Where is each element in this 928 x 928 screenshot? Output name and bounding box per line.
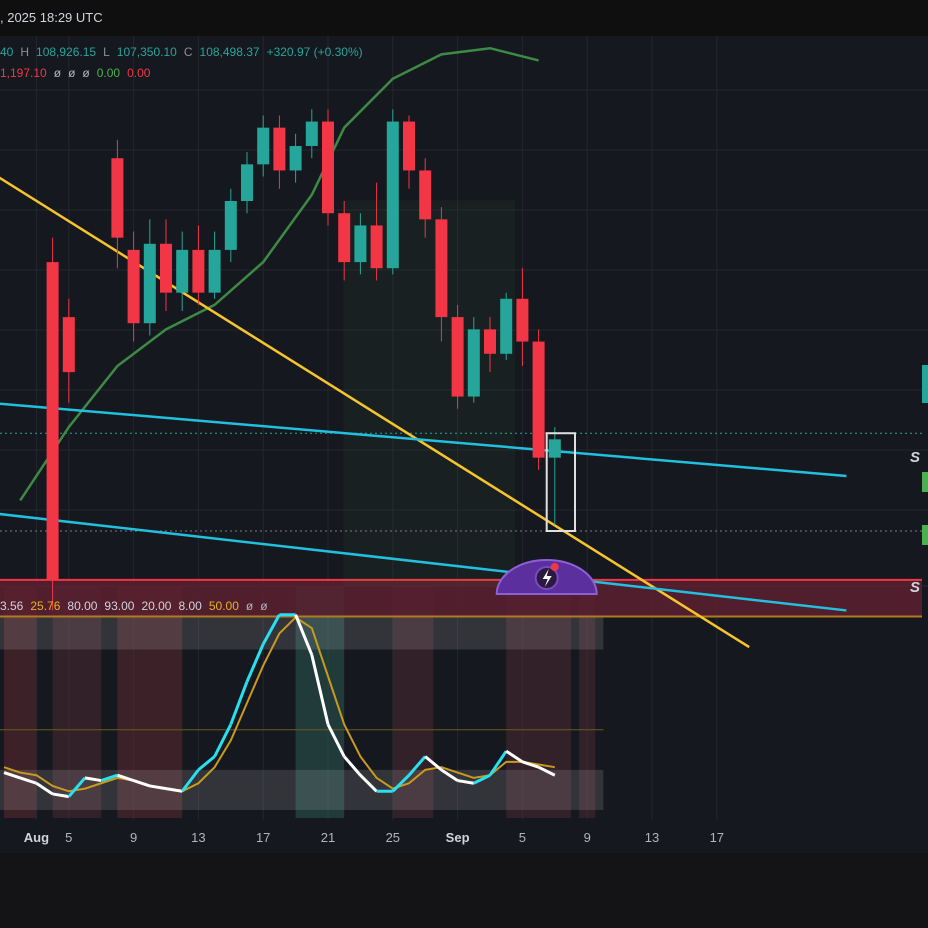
candle-body <box>322 121 334 214</box>
candle-body <box>208 249 221 293</box>
time-axis-label: 13 <box>645 830 659 845</box>
legend-value: 40 <box>0 45 14 59</box>
time-axis-label: 9 <box>584 830 591 845</box>
legend-value: ø <box>260 599 268 613</box>
candle-body <box>354 225 367 263</box>
candle-body <box>435 219 448 318</box>
notification-dot <box>550 563 559 571</box>
time-axis-label: Aug <box>24 830 49 845</box>
legend-value: 93.00 <box>104 599 135 613</box>
legend-value: +320.97 (+0.30%) <box>266 45 363 59</box>
legend-value: 1,197.10 <box>0 66 47 80</box>
candle-body <box>467 329 480 397</box>
candle-body <box>46 262 59 580</box>
level-marker <box>922 525 928 545</box>
legend-value: ø <box>53 66 62 80</box>
candle-body <box>241 164 253 201</box>
candle-body <box>305 121 318 146</box>
time-axis-label: 17 <box>710 830 724 845</box>
bottom-bar <box>0 853 928 928</box>
candle-body <box>403 121 415 171</box>
legend-value: 80.00 <box>67 599 98 613</box>
legend-value: ø <box>68 66 76 80</box>
time-axis-label: Sep <box>446 830 470 845</box>
legend-value: H <box>20 45 30 59</box>
legend-value: 50.00 <box>208 599 239 613</box>
legend-value: 20.00 <box>141 599 172 613</box>
time-axis-label: 17 <box>256 830 270 845</box>
price-chart[interactable]: 25Aug5913172125Sep591317SS <box>0 0 928 853</box>
candle-body <box>273 127 286 171</box>
candle-body <box>451 317 464 397</box>
candle-body <box>500 298 513 354</box>
candle-body <box>257 127 270 165</box>
candle-body <box>484 329 496 354</box>
candle-body <box>192 249 205 293</box>
range-rectangle <box>343 200 516 587</box>
time-axis-label: 5 <box>65 830 72 845</box>
oscillator-legend: 3.56 25.76 80.00 93.00 20.00 8.00 50.00 ø ø <box>0 599 275 613</box>
legend-value: 107,350.10 <box>116 45 177 59</box>
time-axis-label: 9 <box>130 830 137 845</box>
legend-value: 0.00 <box>96 66 121 80</box>
legend-value: 8.00 <box>178 599 202 613</box>
legend-value: 0.00 <box>127 66 151 80</box>
legend-value: 108,498.37 <box>199 45 260 59</box>
price-label-marker <box>922 365 928 403</box>
oversold-band <box>0 769 604 810</box>
right-edge-label: S <box>910 449 920 466</box>
candle-body <box>338 213 351 263</box>
candle-body <box>143 243 156 324</box>
ohlc-legend: 40 H 108,926.15 L 107,350.10 C 108,498.37 +320.… <box>0 45 370 59</box>
candle-body <box>532 341 545 458</box>
legend-value: ø <box>245 599 254 613</box>
candle-body <box>160 243 172 293</box>
time-axis-label: 13 <box>191 830 205 845</box>
legend-value: ø <box>82 66 90 80</box>
candle-body <box>176 249 189 293</box>
candle-body <box>370 225 383 269</box>
time-axis-label: 5 <box>519 830 526 845</box>
legend-value: 108,926.15 <box>36 45 97 59</box>
legend-value: 3.56 <box>0 599 24 613</box>
legend-value: 25.76 <box>30 599 61 613</box>
right-edge-label: S <box>910 579 920 596</box>
time-axis-label: 21 <box>321 830 335 845</box>
candle-body <box>289 146 302 171</box>
legend-value: C <box>183 45 193 59</box>
candle-body <box>419 170 432 220</box>
candle-body <box>127 249 140 324</box>
indicator-legend: 1,197.10 ø ø ø 0.00 0.00 <box>0 66 157 80</box>
candle-body <box>62 317 75 373</box>
candle-body <box>386 121 399 269</box>
legend-value: L <box>103 45 110 59</box>
candle-body <box>516 298 529 342</box>
candle-body <box>111 158 124 238</box>
time-axis-label: 25 <box>386 830 400 845</box>
candle-body <box>548 439 561 458</box>
candle-body <box>224 201 237 250</box>
level-marker <box>922 472 928 492</box>
